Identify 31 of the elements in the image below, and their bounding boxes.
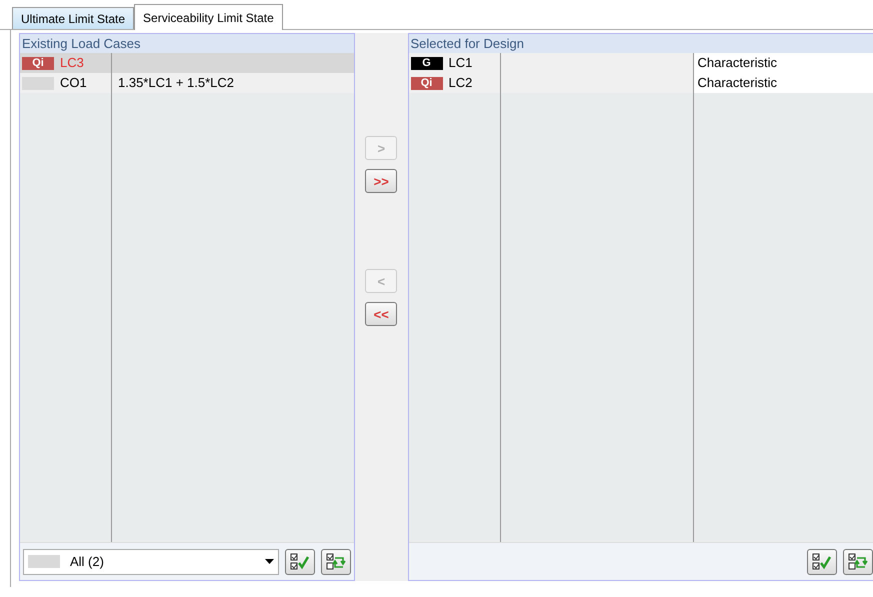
filter-value: All (2) bbox=[70, 552, 105, 571]
arrow-icon: > bbox=[377, 142, 386, 154]
invert-selection-icon bbox=[848, 552, 868, 570]
select-all-button[interactable] bbox=[807, 548, 837, 574]
load-case-name: LC2 bbox=[448, 74, 472, 92]
tab[interactable]: Serviceability Limit State bbox=[134, 4, 283, 30]
load-case-description: 1.35*LC1 + 1.5*LC2 bbox=[117, 74, 234, 92]
load-type-badge: Qi bbox=[22, 56, 54, 70]
invert-selection-icon bbox=[326, 552, 346, 570]
table-row[interactable]: Qi LC3 bbox=[20, 53, 354, 73]
load-case-name: LC1 bbox=[448, 54, 472, 72]
select-all-button[interactable] bbox=[285, 548, 315, 574]
arrow-icon: >> bbox=[374, 174, 389, 188]
arrow-icon: << bbox=[374, 308, 389, 320]
invert-selection-button[interactable] bbox=[321, 548, 351, 574]
dropdown-caret-icon bbox=[265, 559, 274, 564]
tab[interactable]: Ultimate Limit State bbox=[12, 7, 134, 29]
transfer-button[interactable]: << bbox=[365, 302, 398, 326]
load-case-name: LC3 bbox=[60, 54, 84, 72]
invert-selection-button[interactable] bbox=[843, 548, 873, 574]
table-row[interactable]: CO1 1.35*LC1 + 1.5*LC2 bbox=[20, 73, 354, 93]
load-type-badge: Qi bbox=[410, 76, 442, 90]
select-all-icon bbox=[812, 552, 832, 570]
load-case-name: CO1 bbox=[60, 74, 87, 92]
arrow-icon: < bbox=[377, 274, 386, 288]
load-type-badge: G bbox=[410, 56, 442, 70]
transfer-button[interactable]: >> bbox=[365, 169, 398, 193]
select-all-icon bbox=[290, 552, 310, 570]
panel-title: Existing Load Cases bbox=[20, 34, 354, 53]
panel-title: Selected for Design bbox=[408, 34, 873, 53]
filter-dropdown[interactable]: All (2) bbox=[23, 548, 279, 574]
